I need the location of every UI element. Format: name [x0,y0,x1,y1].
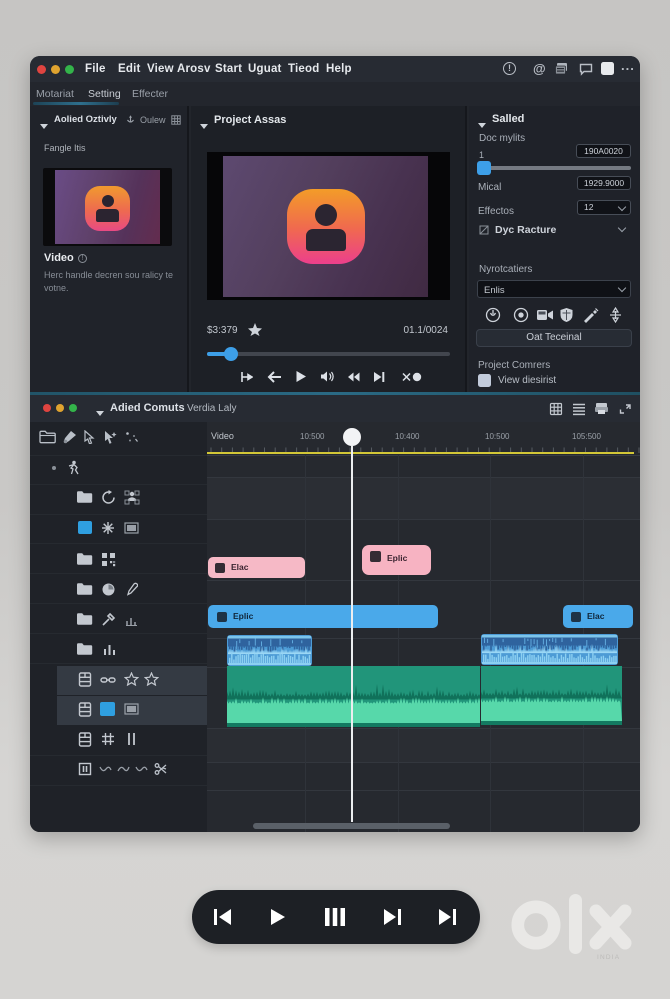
svg-text:INDIA: INDIA [597,954,620,961]
